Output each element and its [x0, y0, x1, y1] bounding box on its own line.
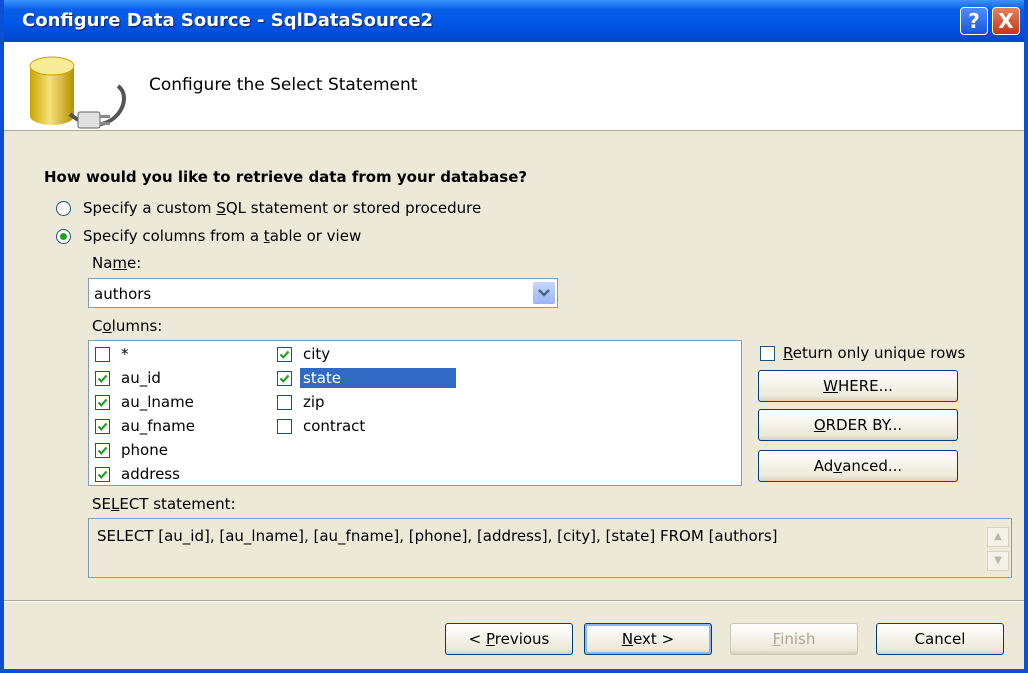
- column-label: zip: [303, 393, 325, 411]
- column-label: *: [121, 345, 129, 363]
- table-name-value: authors: [94, 285, 152, 303]
- close-button[interactable]: X: [992, 7, 1020, 35]
- column-item[interactable]: city: [277, 343, 333, 365]
- next-button[interactable]: Next >: [584, 623, 712, 655]
- unique-rows-checkbox-row[interactable]: Return only unique rows: [760, 342, 965, 364]
- checkmark-icon: [279, 350, 290, 359]
- where-button[interactable]: WHERE...: [758, 370, 958, 402]
- cancel-button[interactable]: Cancel: [876, 623, 1004, 655]
- column-checkbox[interactable]: [95, 394, 110, 410]
- column-label: address: [121, 465, 180, 483]
- column-item[interactable]: zip: [277, 391, 328, 413]
- checkmark-icon: [279, 374, 290, 383]
- column-label: au_lname: [121, 393, 194, 411]
- checkmark-icon: [97, 470, 108, 479]
- radio-columns-label: Specify columns from a table or view: [83, 227, 362, 245]
- checkmark-icon: [97, 446, 108, 455]
- column-item[interactable]: phone: [95, 439, 171, 461]
- header-title: Configure the Select Statement: [149, 75, 418, 95]
- column-label: contract: [303, 417, 366, 435]
- checkmark-icon: [97, 374, 108, 383]
- checkmark-icon: [97, 422, 108, 431]
- column-checkbox[interactable]: [277, 394, 292, 410]
- column-item[interactable]: au_id: [95, 367, 164, 389]
- column-checkbox[interactable]: [277, 346, 292, 362]
- footer-separator: [4, 600, 1024, 602]
- column-checkbox[interactable]: [277, 370, 292, 386]
- select-statement-text: SELECT [au_id], [au_lname], [au_fname], …: [97, 527, 778, 545]
- column-item[interactable]: address: [95, 463, 183, 485]
- column-checkbox[interactable]: [95, 346, 110, 362]
- column-label: phone: [121, 441, 168, 459]
- unique-rows-checkbox[interactable]: [760, 345, 775, 361]
- name-label: Name:: [92, 254, 142, 272]
- column-checkbox[interactable]: [277, 418, 292, 434]
- title-bar[interactable]: Configure Data Source - SqlDataSource2 ?…: [4, 0, 1024, 42]
- retrieve-question: How would you like to retrieve data from…: [44, 168, 528, 186]
- unique-rows-label: Return only unique rows: [783, 344, 966, 362]
- column-label: au_id: [121, 369, 161, 387]
- columns-label: Columns:: [92, 317, 163, 335]
- dialog-window: Configure Data Source - SqlDataSource2 ?…: [0, 0, 1028, 673]
- help-button[interactable]: ?: [960, 7, 988, 35]
- previous-button[interactable]: < Previous: [445, 623, 573, 655]
- radio-button[interactable]: [56, 228, 71, 244]
- chevron-down-icon: [538, 289, 550, 297]
- dropdown-button[interactable]: [533, 282, 555, 304]
- column-item[interactable]: au_lname: [95, 391, 197, 413]
- column-label: city: [303, 345, 331, 363]
- order-by-button[interactable]: ORDER BY...: [758, 409, 958, 441]
- scroll-up-icon[interactable]: ▲: [987, 527, 1009, 547]
- select-statement-label: SELECT statement:: [92, 495, 236, 513]
- radio-button[interactable]: [56, 200, 71, 216]
- wizard-header: Configure the Select Statement: [4, 42, 1024, 131]
- columns-checklist[interactable]: * au_id au_lname au_fnamephone address city st…: [88, 340, 742, 486]
- window-title: Configure Data Source - SqlDataSource2: [22, 10, 434, 31]
- scroll-down-icon[interactable]: ▼: [987, 551, 1009, 571]
- checkmark-icon: [97, 398, 108, 407]
- column-checkbox[interactable]: [95, 442, 110, 458]
- radio-columns-from-table[interactable]: Specify columns from a table or view: [56, 225, 361, 247]
- column-label: state: [300, 368, 456, 388]
- column-item[interactable]: contract: [277, 415, 368, 437]
- column-checkbox[interactable]: [95, 370, 110, 386]
- column-label: au_fname: [121, 417, 196, 435]
- column-checkbox[interactable]: [95, 418, 110, 434]
- radio-custom-sql-label: Specify a custom SQL statement or stored…: [83, 199, 482, 217]
- table-name-dropdown[interactable]: authors: [88, 278, 558, 308]
- column-item[interactable]: *: [95, 343, 132, 365]
- column-checkbox[interactable]: [95, 466, 110, 482]
- finish-button[interactable]: Finish: [730, 623, 858, 655]
- select-statement-box[interactable]: SELECT [au_id], [au_lname], [au_fname], …: [88, 518, 1012, 578]
- radio-custom-sql[interactable]: Specify a custom SQL statement or stored…: [56, 197, 481, 219]
- column-item[interactable]: au_fname: [95, 415, 198, 437]
- advanced-button[interactable]: Advanced...: [758, 450, 958, 482]
- database-plug-icon: [29, 56, 126, 129]
- column-item[interactable]: state: [277, 367, 456, 389]
